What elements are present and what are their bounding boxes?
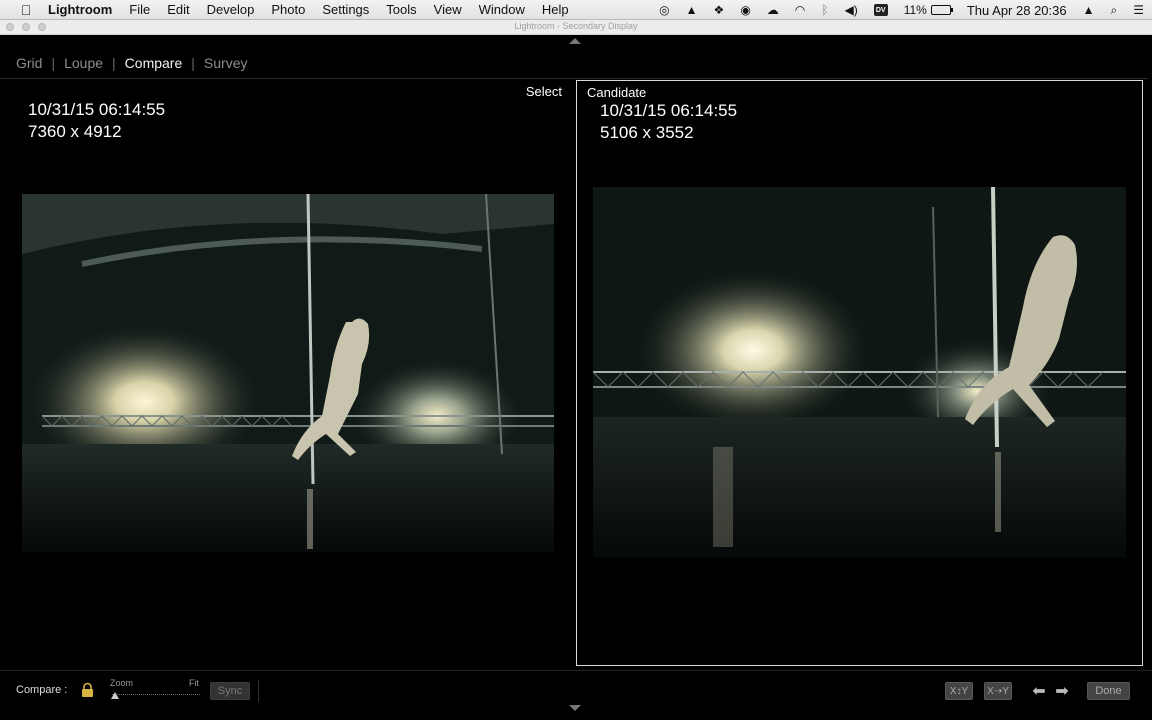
battery-icon — [930, 5, 953, 15]
user-icon[interactable]: ▲ — [1083, 3, 1095, 17]
tab-separator: | — [191, 55, 195, 71]
dropbox-icon[interactable]: ❖ — [714, 3, 725, 17]
sync-icon[interactable]: ◉ — [740, 3, 750, 17]
arrow-right-icon[interactable]: ➡ — [1054, 682, 1070, 700]
wifi-icon[interactable]: ◠ — [795, 3, 805, 17]
sync-button[interactable]: Sync — [210, 682, 250, 700]
volume-icon[interactable]: ◀) — [844, 3, 857, 17]
bluetooth-icon[interactable]: ᛒ — [821, 3, 828, 17]
bottom-panel-toggle-icon[interactable] — [569, 705, 581, 711]
candidate-pane[interactable]: Candidate 10/31/15 06:14:55 5106 x 3552 — [576, 80, 1143, 666]
view-mode-tabs: Grid | Loupe | Compare | Survey — [16, 55, 247, 71]
menu-edit[interactable]: Edit — [167, 2, 189, 17]
candidate-dimensions: 5106 x 3552 — [600, 123, 694, 142]
menu-help[interactable]: Help — [542, 2, 569, 17]
window-edge — [1148, 35, 1152, 670]
tab-loupe[interactable]: Loupe — [64, 55, 103, 71]
divider — [0, 78, 1148, 79]
spotlight-icon[interactable]: ⌕ — [1111, 3, 1118, 18]
menu-photo[interactable]: Photo — [271, 2, 305, 17]
menu-window[interactable]: Window — [479, 2, 525, 17]
google-drive-icon[interactable]: ▲ — [686, 3, 698, 17]
menu-tools[interactable]: Tools — [386, 2, 416, 17]
menu-file[interactable]: File — [129, 2, 150, 17]
creative-cloud-icon[interactable]: ◎ — [659, 3, 669, 17]
menu-develop[interactable]: Develop — [207, 2, 255, 17]
candidate-photo[interactable] — [593, 187, 1126, 558]
tab-compare[interactable]: Compare — [125, 55, 183, 71]
select-info-overlay: 10/31/15 06:14:55 7360 x 4912 — [28, 99, 165, 143]
compare-label: Compare : — [16, 684, 68, 696]
select-photo[interactable] — [22, 194, 554, 552]
select-datetime: 10/31/15 06:14:55 — [28, 100, 166, 119]
apple-icon[interactable]:  — [17, 2, 35, 18]
tab-grid[interactable]: Grid — [16, 55, 42, 71]
fit-label: Fit — [189, 678, 199, 688]
menu-bar:  Lightroom File Edit Develop Photo Sett… — [0, 0, 1152, 20]
tab-survey[interactable]: Survey — [204, 55, 248, 71]
window-titlebar: Lightroom - Secondary Display — [0, 20, 1152, 35]
notification-center-icon[interactable]: ☰ — [1133, 3, 1144, 17]
menu-settings[interactable]: Settings — [322, 2, 369, 17]
menu-app-name[interactable]: Lightroom — [48, 2, 112, 17]
clock[interactable]: Thu Apr 28 20:36 — [967, 3, 1067, 18]
tab-separator: | — [112, 55, 116, 71]
tab-separator: | — [51, 55, 56, 71]
status-tray: ◎ ▲ ❖ ◉ ☁ ◠ ᛒ ◀) DV 11% Thu Apr 28 20:36… — [651, 0, 1152, 20]
make-select-button[interactable]: X⇢Y — [984, 682, 1012, 700]
cloud-icon[interactable]: ☁ — [767, 3, 779, 17]
zoom-slider-thumb[interactable] — [111, 692, 119, 699]
candidate-info-overlay: 10/31/15 06:14:55 5106 x 3552 — [600, 100, 737, 144]
done-button[interactable]: Done — [1087, 682, 1130, 700]
arrow-left-icon[interactable]: ⬅ — [1031, 682, 1047, 700]
zoom-label: Zoom — [110, 678, 134, 688]
select-pane[interactable]: Select 10/31/15 06:14:55 7360 x 4912 — [6, 80, 572, 666]
swap-button[interactable]: X↕Y — [945, 682, 973, 700]
window-title: Lightroom - Secondary Display — [514, 21, 638, 31]
candidate-label: Candidate — [587, 85, 647, 100]
battery-status[interactable]: 11% — [903, 3, 953, 17]
select-dimensions: 7360 x 4912 — [28, 122, 122, 141]
lock-icon[interactable] — [81, 682, 94, 698]
divider — [258, 680, 259, 702]
candidate-datetime: 10/31/15 06:14:55 — [600, 101, 738, 120]
battery-percent: 11% — [903, 3, 927, 17]
menu-view[interactable]: View — [434, 2, 462, 17]
dv-badge[interactable]: DV — [873, 4, 888, 16]
zoom-slider[interactable] — [112, 694, 200, 695]
select-label: Select — [525, 84, 562, 99]
top-panel-toggle-icon[interactable] — [569, 38, 581, 44]
compare-toolbar: Compare : Zoom Fit Sync X↕Y X⇢Y ⬅ ➡ Done — [0, 670, 1152, 710]
